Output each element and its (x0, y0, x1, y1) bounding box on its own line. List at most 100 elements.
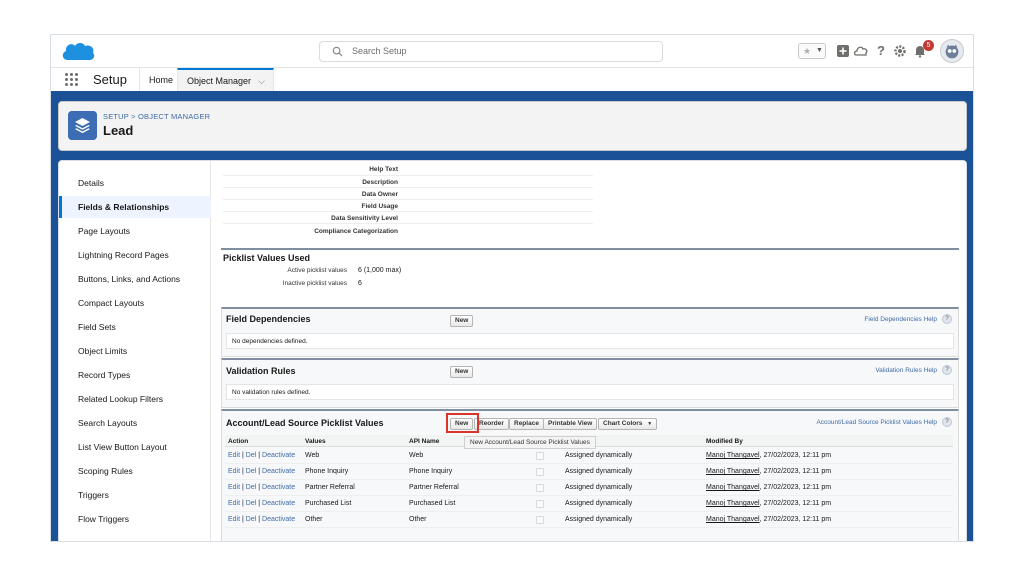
tab-object-manager[interactable]: Object Manager ⌵ (177, 68, 274, 92)
deactivate-link[interactable]: Deactivate (262, 500, 295, 507)
page-header: SETUP > OBJECT MANAGER Lead (58, 101, 967, 151)
separator: | (242, 500, 244, 507)
user-link[interactable]: Manoj Thangavel (706, 452, 760, 459)
api-name-cell: Other (409, 516, 427, 523)
sidebar-item-field-sets[interactable]: Field Sets (59, 316, 211, 338)
api-name-cell: Partner Referral (409, 484, 459, 491)
detail-label: Field Usage (361, 203, 398, 210)
add-icon[interactable] (836, 44, 850, 58)
del-link[interactable]: Del (246, 500, 257, 507)
section-title: Validation Rules (226, 366, 296, 376)
validation-rules-help-link[interactable]: Validation Rules Help (812, 367, 937, 374)
help-icon[interactable]: ? (942, 314, 952, 324)
divider (223, 175, 593, 176)
value-cell: Partner Referral (305, 484, 355, 491)
sidebar-item-lightning-record-pages[interactable]: Lightning Record Pages (59, 244, 211, 266)
separator: | (258, 468, 261, 475)
sidebar-item-search-layouts[interactable]: Search Layouts (59, 412, 211, 434)
user-link[interactable]: Manoj Thangavel (706, 516, 760, 523)
help-icon[interactable]: ? (942, 365, 952, 375)
del-link[interactable]: Del (246, 484, 257, 491)
edit-link[interactable]: Edit (228, 452, 240, 459)
favorites-button[interactable]: ★ ▼ (798, 43, 826, 59)
divider (223, 187, 593, 188)
chart-colors-button[interactable]: Chart Colors ▼ (598, 418, 658, 430)
deactivate-link[interactable]: Deactivate (262, 516, 295, 523)
value-cell: Purchased List (305, 500, 352, 507)
default-checkbox (536, 500, 544, 508)
del-link[interactable]: Del (246, 516, 257, 523)
field-dependencies-help-link[interactable]: Field Dependencies Help (812, 316, 937, 323)
empty-message: No validation rules defined. (226, 384, 954, 400)
search-input[interactable]: Search Setup (319, 41, 663, 62)
search-placeholder: Search Setup (352, 46, 407, 56)
main-content: Help Text Description Data Owner Field U… (221, 161, 959, 541)
del-link[interactable]: Del (246, 452, 257, 459)
modified-date: , 27/02/2023, 12:11 pm (759, 516, 832, 523)
breadcrumb[interactable]: SETUP > OBJECT MANAGER (103, 112, 210, 121)
search-icon (332, 46, 343, 57)
printable-view-button[interactable]: Printable View (543, 418, 598, 430)
detail-label: Data Owner (361, 191, 398, 198)
deactivate-link[interactable]: Deactivate (262, 452, 295, 459)
page-title: Lead (103, 123, 134, 138)
sidebar-item-fields-relationships[interactable]: Fields & Relationships (59, 196, 211, 218)
inactive-picklist-value: 6 (358, 280, 362, 287)
active-picklist-label: Active picklist values (287, 267, 347, 274)
modified-by-cell: Manoj Thangavel, 27/02/2023, 12:11 pm (706, 448, 831, 464)
edit-link[interactable]: Edit (228, 500, 240, 507)
help-icon[interactable]: ? (942, 417, 952, 427)
section-divider (221, 248, 959, 250)
modified-by-cell: Manoj Thangavel, 27/02/2023, 12:11 pm (706, 496, 831, 512)
empty-message: No dependencies defined. (226, 333, 954, 349)
edit-link[interactable]: Edit (228, 484, 240, 491)
new-field-dependency-button[interactable]: New (450, 315, 474, 327)
replace-button[interactable]: Replace (509, 418, 544, 430)
modified-date: , 27/02/2023, 12:11 pm (759, 468, 832, 475)
salesforce-logo-icon[interactable] (59, 38, 97, 66)
user-link[interactable]: Manoj Thangavel (706, 468, 760, 475)
sidebar-item-scoping-rules[interactable]: Scoping Rules (59, 460, 211, 482)
sidebar-item-flow-triggers[interactable]: Flow Triggers (59, 508, 211, 530)
avatar[interactable] (940, 39, 964, 63)
sidebar-item-list-view-button-layout[interactable]: List View Button Layout (59, 436, 211, 458)
action-links: Edit | Del | Deactivate (228, 480, 295, 496)
deactivate-link[interactable]: Deactivate (262, 468, 295, 475)
user-link[interactable]: Manoj Thangavel (706, 484, 760, 491)
new-validation-rule-button[interactable]: New (450, 366, 474, 378)
table-row: Edit | Del | Deactivate Other Other Assi… (225, 512, 953, 528)
help-icon[interactable]: ? (874, 44, 888, 58)
picklist-values-help-link[interactable]: Account/Lead Source Picklist Values Help (782, 419, 937, 426)
edit-link[interactable]: Edit (228, 516, 240, 523)
chevron-down-icon: ▼ (816, 47, 823, 54)
sidebar-item-page-layouts[interactable]: Page Layouts (59, 220, 211, 242)
deactivate-link[interactable]: Deactivate (262, 484, 295, 491)
default-checkbox (536, 452, 544, 460)
api-name-cell: Phone Inquiry (409, 468, 453, 475)
sidebar-item-record-types[interactable]: Record Types (59, 364, 211, 386)
sidebar-item-related-lookup-filters[interactable]: Related Lookup Filters (59, 388, 211, 410)
trailhead-icon[interactable] (854, 44, 868, 58)
del-link[interactable]: Del (246, 468, 257, 475)
edit-link[interactable]: Edit (228, 468, 240, 475)
tab-home[interactable]: Home (139, 68, 182, 92)
value-cell: Web (305, 452, 320, 459)
sidebar-item-buttons-links-actions[interactable]: Buttons, Links, and Actions (59, 268, 211, 290)
sidebar-item-triggers[interactable]: Triggers (59, 484, 211, 506)
app-launcher-icon[interactable] (65, 73, 79, 87)
notification-badge: 5 (923, 40, 934, 51)
table-row: Edit | Del | Deactivate Phone Inquiry Ph… (225, 464, 953, 480)
gear-icon[interactable] (893, 44, 907, 58)
modified-by-cell: Manoj Thangavel, 27/02/2023, 12:11 pm (706, 480, 831, 496)
chart-color-cell: Assigned dynamically (565, 516, 633, 523)
sidebar-item-compact-layouts[interactable]: Compact Layouts (59, 292, 211, 314)
user-link[interactable]: Manoj Thangavel (706, 500, 760, 507)
tab-label: Object Manager (187, 76, 252, 86)
sidebar-item-object-limits[interactable]: Object Limits (59, 340, 211, 362)
chevron-down-icon: ▼ (647, 421, 653, 427)
object-layers-icon (68, 111, 97, 140)
chevron-down-icon[interactable]: ⌵ (258, 70, 265, 92)
sidebar-item-details[interactable]: Details (59, 172, 211, 194)
reorder-button[interactable]: Reorder (474, 418, 509, 430)
modified-date: , 27/02/2023, 12:11 pm (759, 500, 832, 507)
